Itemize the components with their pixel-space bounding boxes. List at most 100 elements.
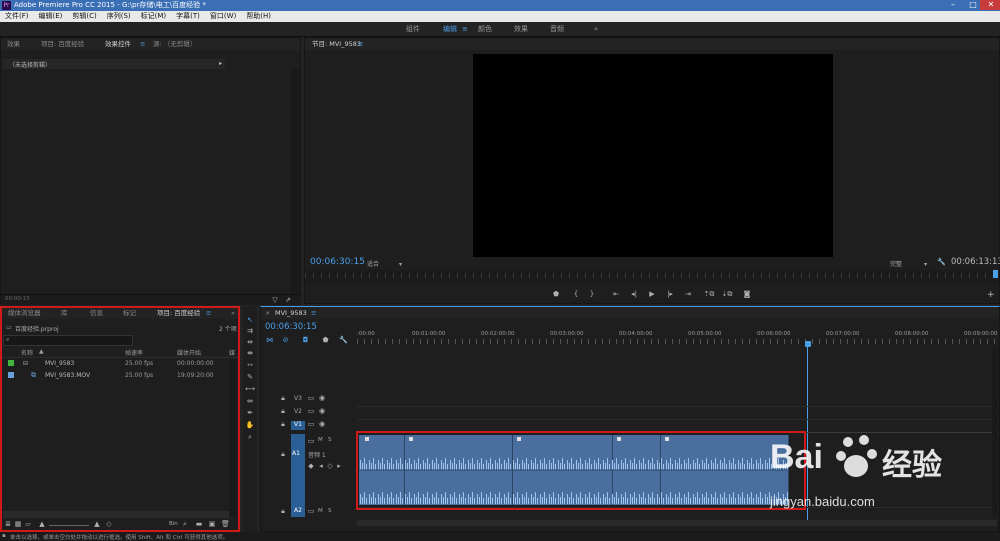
- add-button-icon[interactable]: +: [987, 290, 995, 300]
- timeline-hscroll[interactable]: [357, 520, 997, 526]
- lift-icon[interactable]: ⇡⧉: [703, 290, 715, 298]
- lock-icon[interactable]: 🔒︎: [279, 394, 287, 402]
- go-to-out-icon[interactable]: ⇥: [683, 290, 693, 298]
- slide-icon[interactable]: ⤄: [245, 397, 255, 405]
- mute-button[interactable]: M: [318, 508, 323, 514]
- video-preview[interactable]: [473, 54, 833, 257]
- minimize-icon[interactable]: –: [942, 0, 964, 10]
- workspace-color[interactable]: 颜色: [478, 22, 492, 36]
- wrench-icon[interactable]: 🔧: [339, 336, 348, 344]
- track-label-v2[interactable]: V2: [291, 408, 305, 416]
- fit-dropdown[interactable]: 适合 ▾: [367, 259, 402, 268]
- sync-lock-icon[interactable]: ▭: [307, 507, 315, 515]
- lock-icon[interactable]: 🔒︎: [279, 450, 287, 458]
- extract-icon[interactable]: ⇣⧉: [721, 290, 733, 298]
- export-icon[interactable]: ⇗: [284, 296, 292, 304]
- menu-title[interactable]: 字幕(T): [171, 11, 205, 22]
- eye-icon[interactable]: ◉: [318, 394, 326, 402]
- mark-out-icon[interactable]: }: [587, 290, 597, 298]
- linked-selection-icon[interactable]: ⊘: [281, 336, 290, 344]
- sync-lock-icon[interactable]: ▭: [307, 394, 315, 402]
- menu-sequence[interactable]: 序列(S): [102, 11, 136, 22]
- program-monitor-menu-icon[interactable]: ≡: [358, 38, 363, 50]
- add-marker-icon[interactable]: ◘: [301, 336, 310, 344]
- filter-icon[interactable]: ▽: [271, 296, 279, 304]
- menu-edit[interactable]: 编辑(E): [34, 11, 68, 22]
- rate-stretch-icon[interactable]: ⇿: [245, 361, 255, 369]
- track-label-a2[interactable]: A2: [291, 507, 305, 517]
- menu-file[interactable]: 文件(F): [0, 11, 34, 22]
- workspace-more-icon[interactable]: »: [594, 22, 598, 36]
- program-monitor-title[interactable]: 节目: MVI_9583: [312, 38, 361, 50]
- step-forward-icon[interactable]: |▸: [665, 290, 675, 298]
- razor-icon[interactable]: ✎: [245, 373, 255, 381]
- snap-icon[interactable]: ⋈: [265, 336, 274, 344]
- track-select-icon[interactable]: ⇉: [245, 327, 255, 335]
- highlight-box-project: [0, 306, 240, 532]
- marker-icon[interactable]: ⬟: [321, 336, 330, 344]
- lock-icon[interactable]: 🔒︎: [279, 420, 287, 428]
- zoom-icon[interactable]: ⌕: [245, 433, 255, 441]
- eye-icon[interactable]: ◉: [318, 420, 326, 428]
- a1-source-patch[interactable]: [291, 434, 305, 507]
- watermark-brand-b: 经验: [882, 448, 942, 483]
- timeline-sequence-tab[interactable]: MVI_9583: [275, 307, 307, 319]
- sync-lock-icon[interactable]: ▭: [307, 407, 315, 415]
- timeline-ruler[interactable]: :00:00 00:01:00:00 00:02:00:00 00:03:00:…: [357, 331, 999, 345]
- slip-icon[interactable]: ⟷: [245, 385, 255, 393]
- marker-icon[interactable]: ⬟: [551, 290, 561, 298]
- prev-keyframe-icon[interactable]: ◂: [317, 462, 325, 470]
- tab-effect-controls[interactable]: 效果控件: [105, 38, 131, 50]
- go-to-in-icon[interactable]: ⇤: [611, 290, 621, 298]
- workspace-effects[interactable]: 效果: [514, 22, 528, 36]
- lock-icon[interactable]: 🔒︎: [279, 407, 287, 415]
- pen-icon[interactable]: ✒: [245, 409, 255, 417]
- scrollbar[interactable]: [291, 68, 299, 296]
- next-keyframe-icon[interactable]: ▸: [335, 462, 343, 470]
- close-icon[interactable]: ×: [265, 307, 270, 319]
- close-icon[interactable]: ✕: [980, 0, 1000, 10]
- expand-icon[interactable]: ▸: [219, 60, 222, 67]
- timeline-timecode[interactable]: 00:06:30:15: [265, 322, 317, 332]
- ripple-edit-icon[interactable]: ⇹: [245, 338, 255, 346]
- quality-dropdown[interactable]: 完整 ▾: [890, 259, 927, 268]
- track-label-v3[interactable]: V3: [291, 395, 305, 403]
- menu-help[interactable]: 帮助(H): [241, 11, 276, 22]
- track-label-v1[interactable]: V1: [291, 421, 305, 430]
- playhead-timecode[interactable]: 00:06:30:15: [310, 257, 365, 267]
- mark-in-icon[interactable]: {: [571, 290, 581, 298]
- tab-project[interactable]: 项目: 百度经验: [41, 38, 84, 50]
- tab-source[interactable]: 源: （无剪辑）: [153, 38, 196, 50]
- workspace-menu-icon[interactable]: ≡: [462, 22, 468, 36]
- track-label-a1[interactable]: A1: [292, 450, 300, 457]
- workspace-audio[interactable]: 音频: [550, 22, 564, 36]
- tab-effects[interactable]: 效果: [7, 38, 20, 50]
- play-icon[interactable]: ▶: [647, 290, 657, 298]
- audio-track-name[interactable]: 音频 1: [308, 450, 326, 459]
- keyframe-icon[interactable]: ◆: [307, 462, 315, 470]
- playhead-handle[interactable]: [805, 341, 811, 347]
- menu-clip[interactable]: 剪辑(C): [67, 11, 101, 22]
- rolling-edit-icon[interactable]: ⇼: [245, 349, 255, 357]
- workspace-editing[interactable]: 编辑: [443, 22, 457, 36]
- workspace-assembly[interactable]: 组件: [406, 22, 420, 36]
- monitor-scrubber[interactable]: [305, 270, 999, 284]
- monitor-playhead[interactable]: [993, 270, 998, 278]
- selection-icon[interactable]: ↖: [245, 316, 255, 324]
- solo-button[interactable]: S: [328, 508, 332, 514]
- mute-button[interactable]: M: [318, 437, 323, 443]
- tab-menu-icon[interactable]: ≡: [140, 38, 145, 50]
- add-keyframe-icon[interactable]: ◇: [326, 462, 334, 470]
- menu-marker[interactable]: 标记(M): [136, 11, 172, 22]
- hand-icon[interactable]: ✋: [245, 421, 255, 429]
- step-back-icon[interactable]: ◂|: [629, 290, 639, 298]
- sync-lock-icon[interactable]: ▭: [307, 420, 315, 428]
- sync-lock-icon[interactable]: ▭: [307, 437, 315, 445]
- menu-window[interactable]: 窗口(W): [205, 11, 241, 22]
- lock-icon[interactable]: 🔒︎: [279, 507, 287, 515]
- timeline-menu-icon[interactable]: ≡: [311, 307, 316, 319]
- settings-icon[interactable]: 🔧: [937, 258, 946, 266]
- solo-button[interactable]: S: [328, 437, 332, 443]
- eye-icon[interactable]: ◉: [318, 407, 326, 415]
- export-frame-icon[interactable]: ◙: [741, 290, 753, 298]
